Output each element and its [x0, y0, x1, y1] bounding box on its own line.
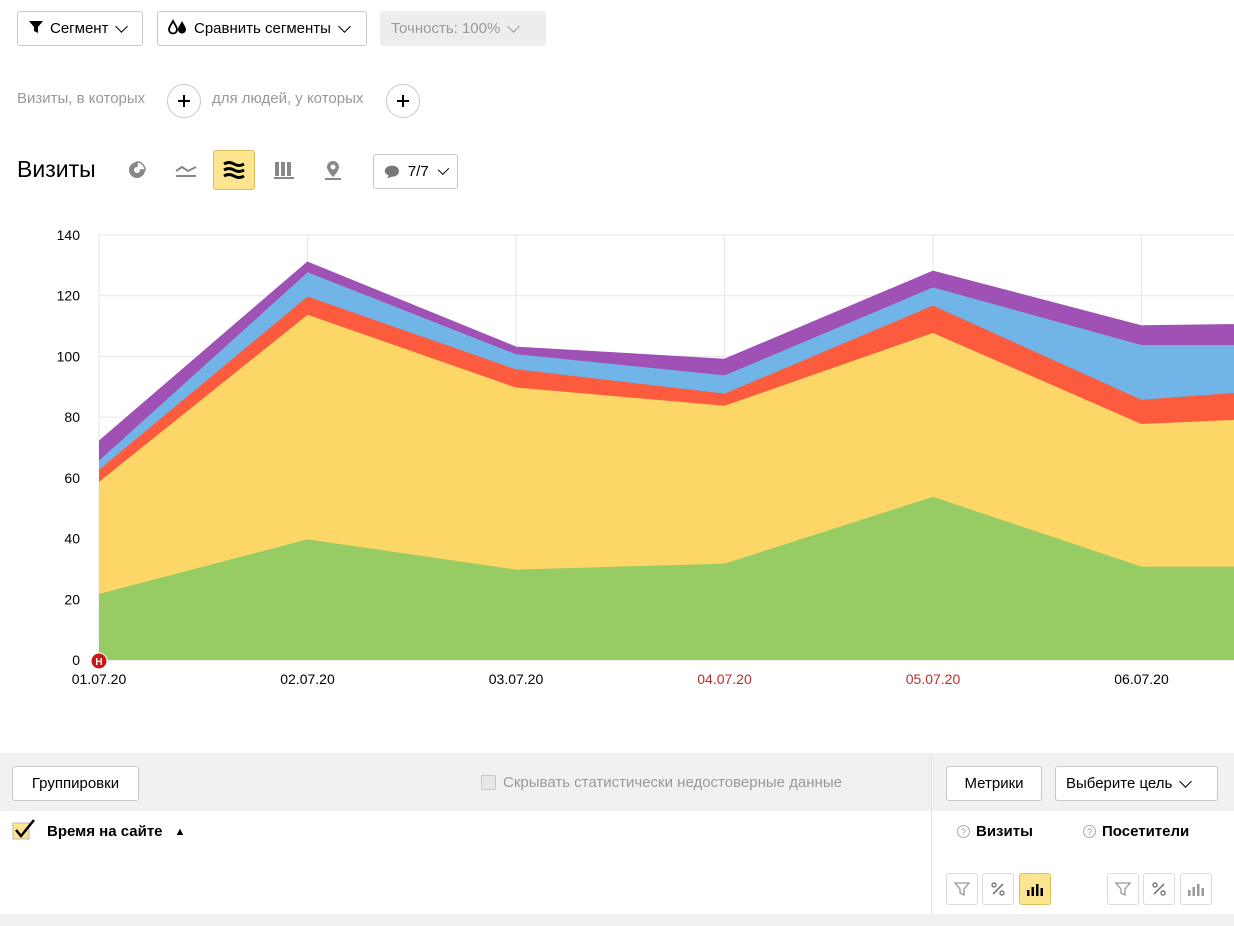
x-tick-label: 02.07.20: [280, 671, 335, 687]
column-header-visitors-label: Посетители: [1102, 823, 1190, 840]
metrics-button[interactable]: Метрики: [946, 766, 1042, 801]
visits-percent-button[interactable]: [982, 873, 1014, 905]
bar-chart-icon: [1027, 884, 1043, 896]
x-tick-label: 06.07.20: [1114, 671, 1169, 687]
column-header-visits[interactable]: ? Визиты: [957, 823, 1033, 840]
y-tick-label: 120: [57, 288, 81, 304]
y-tick-label: 0: [72, 652, 80, 668]
sort-asc-icon: ▲: [174, 825, 186, 838]
series-group: [99, 261, 1234, 660]
bar-chart-icon: [1188, 884, 1204, 896]
y-tick-label: 80: [64, 409, 80, 425]
visits-stacked-area-chart: 0 20 40 60 80 100 120 140 01.07.20 02.07.20 03.07.…: [57, 227, 1234, 687]
x-tick-label: 05.07.20: [906, 671, 961, 687]
select-all-checkbox[interactable]: [12, 818, 35, 840]
visitors-percent-button[interactable]: [1143, 873, 1175, 905]
help-icon[interactable]: ?: [957, 825, 970, 838]
holiday-marker-label: Н: [95, 657, 102, 668]
y-tick-label: 100: [57, 348, 81, 364]
chevron-down-icon: [1179, 774, 1193, 788]
percent-icon: [1152, 882, 1166, 896]
filter-icon: [1115, 882, 1131, 896]
percent-icon: [991, 882, 1005, 896]
y-tick-label: 140: [57, 227, 81, 243]
goal-select[interactable]: Выберите цель: [1055, 766, 1218, 801]
dimension-header[interactable]: Время на сайте ▲: [47, 823, 185, 840]
filter-icon: [954, 882, 970, 896]
hide-unreliable-label: Скрывать статистически недостоверные дан…: [503, 774, 842, 791]
column-header-visits-label: Визиты: [976, 823, 1033, 840]
metrics-label: Метрики: [964, 775, 1024, 792]
goal-label: Выберите цель: [1066, 775, 1173, 792]
table-row-separator: [0, 914, 1234, 926]
help-icon[interactable]: ?: [1083, 825, 1096, 838]
hide-unreliable-checkbox[interactable]: [481, 775, 496, 790]
y-tick-label: 60: [64, 470, 80, 486]
dimension-header-label: Время на сайте: [47, 823, 163, 840]
x-tick-label: 04.07.20: [697, 671, 752, 687]
y-tick-label: 40: [64, 531, 80, 547]
checkbox-checked-icon: [12, 819, 35, 840]
visitors-bar-button[interactable]: [1180, 873, 1212, 905]
visits-bar-button[interactable]: [1019, 873, 1051, 905]
groupings-button[interactable]: Группировки: [12, 766, 139, 801]
y-tick-label: 20: [64, 591, 80, 607]
visits-filter-button[interactable]: [946, 873, 978, 905]
x-tick-label: 03.07.20: [489, 671, 544, 687]
x-tick-label: 01.07.20: [72, 671, 127, 687]
column-header-visitors[interactable]: ? Посетители: [1083, 823, 1189, 840]
groupings-label: Группировки: [31, 775, 120, 792]
visitors-filter-button[interactable]: [1107, 873, 1139, 905]
